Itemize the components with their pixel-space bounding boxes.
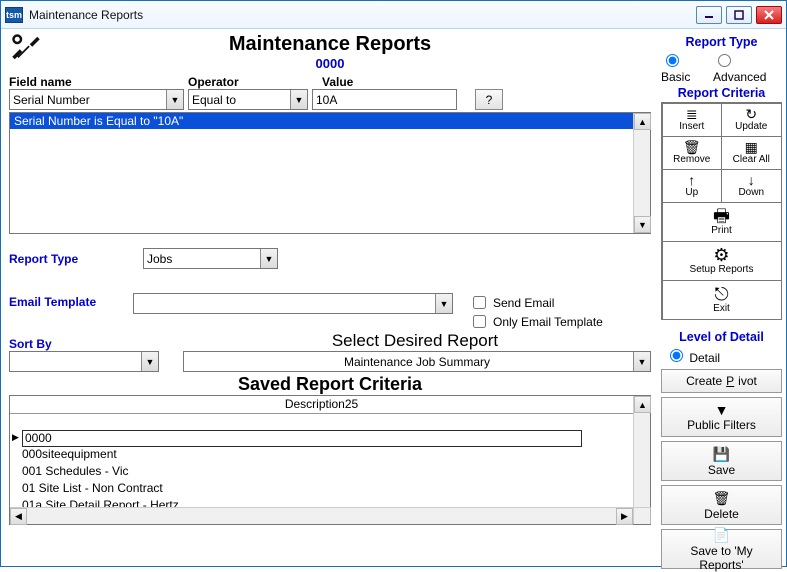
grid-scrollbar-v[interactable]: ▲ ▼ <box>633 396 650 524</box>
criteria-list[interactable]: Serial Number is Equal to "10A" ▲ ▼ <box>9 112 651 234</box>
update-button[interactable]: ↻Update <box>721 103 782 137</box>
delete-icon: 🗑 <box>713 490 731 507</box>
only-email-template-label: Only Email Template <box>493 315 603 329</box>
arrow-down-icon: ↓ <box>748 173 755 187</box>
report-type-select[interactable] <box>143 248 278 269</box>
maximize-button[interactable] <box>726 6 752 24</box>
only-email-template-checkbox[interactable] <box>473 315 486 328</box>
app-window: tsm Maintenance Reports Maintenance Repo… <box>0 0 787 567</box>
operator-label: Operator <box>188 75 318 89</box>
email-template-label: Email Template <box>9 293 129 309</box>
delete-button[interactable]: 🗑Delete <box>661 485 782 525</box>
scroll-up-icon[interactable]: ▲ <box>634 396 651 413</box>
exit-icon: ⎋ <box>714 285 728 303</box>
side-report-criteria-title: Report Criteria <box>661 86 782 100</box>
scroll-left-icon[interactable]: ◀ <box>10 508 27 525</box>
advanced-radio[interactable]: Advanced <box>713 51 782 84</box>
app-icon: tsm <box>5 7 23 23</box>
create-pivot-button[interactable]: Create Pivot <box>661 369 782 393</box>
operator-select[interactable] <box>188 89 308 110</box>
report-type-label: Report Type <box>9 252 139 266</box>
fieldname-label: Field name <box>9 75 184 89</box>
sortby-label: Sort By <box>9 337 159 351</box>
up-button[interactable]: ↑Up <box>662 169 723 203</box>
fieldname-select[interactable] <box>9 89 184 110</box>
close-button[interactable] <box>756 6 782 24</box>
scroll-corner <box>633 507 650 524</box>
arrow-up-icon: ↑ <box>688 173 695 187</box>
clearall-button[interactable]: ▦Clear All <box>721 136 782 170</box>
save-to-my-reports-button[interactable]: 📄Save to 'My Reports' <box>661 529 782 569</box>
table-row[interactable]: ▶0000 <box>10 430 633 447</box>
table-row[interactable]: 000siteequipment <box>10 447 633 464</box>
criteria-button-grid: ≣Insert ↻Update 🗑Remove ▦Clear All ↑Up ↓… <box>661 102 782 320</box>
setup-reports-button[interactable]: ⚙Setup Reports <box>662 241 782 281</box>
insert-icon: ≣ <box>686 107 698 121</box>
email-template-select[interactable] <box>133 293 453 314</box>
value-input[interactable] <box>312 89 457 110</box>
remove-icon: 🗑 <box>683 140 701 154</box>
grid-scrollbar-h[interactable]: ◀ ▶ <box>10 507 633 524</box>
tools-icon <box>11 33 41 66</box>
table-row[interactable]: 01 Site List - Non Contract <box>10 481 633 498</box>
exit-button[interactable]: ⎋Exit <box>662 280 782 320</box>
page-code: 0000 <box>9 56 651 71</box>
update-icon: ↻ <box>745 107 757 121</box>
remove-button[interactable]: 🗑Remove <box>662 136 723 170</box>
insert-button[interactable]: ≣Insert <box>662 103 723 137</box>
saved-criteria-title: Saved Report Criteria <box>9 374 651 395</box>
public-filters-button[interactable]: ▼Public Filters <box>661 397 782 437</box>
saved-criteria-grid[interactable]: Description25 ▶0000 000siteequipment 001… <box>9 395 651 525</box>
basic-radio[interactable]: Basic <box>661 51 709 84</box>
gear-icon: ⚙ <box>713 246 729 264</box>
save-button[interactable]: 💾Save <box>661 441 782 481</box>
scroll-right-icon[interactable]: ▶ <box>616 508 633 525</box>
page-title: Maintenance Reports <box>9 33 651 56</box>
send-email-checkbox[interactable] <box>473 296 486 309</box>
grid-header[interactable]: Description25 <box>10 396 633 414</box>
clearall-icon: ▦ <box>745 140 758 154</box>
criteria-row[interactable]: Serial Number is Equal to "10A" <box>10 113 650 129</box>
table-row[interactable]: 01a Site Detail Report - Hertz <box>10 498 633 507</box>
print-button[interactable]: 🖶Print <box>662 202 782 242</box>
scroll-down-icon[interactable]: ▼ <box>634 216 651 233</box>
table-row[interactable]: 001 Schedules - Vic <box>10 464 633 481</box>
select-report-title: Select Desired Report <box>179 331 651 351</box>
send-email-label: Send Email <box>493 296 554 310</box>
report-icon: 📄 <box>713 527 730 544</box>
level-of-detail-title: Level of Detail <box>661 330 782 344</box>
criteria-scrollbar-v[interactable]: ▲ ▼ <box>633 113 650 233</box>
select-report-select[interactable] <box>183 351 651 372</box>
titlebar[interactable]: tsm Maintenance Reports <box>1 1 786 29</box>
minimize-button[interactable] <box>696 6 722 24</box>
value-help-button[interactable]: ? <box>475 89 503 110</box>
detail-radio[interactable]: Detail <box>665 346 720 365</box>
save-icon: 💾 <box>713 446 730 463</box>
down-button[interactable]: ↓Down <box>721 169 782 203</box>
scroll-up-icon[interactable]: ▲ <box>634 113 651 130</box>
row-marker-icon: ▶ <box>12 432 19 443</box>
side-report-type-title: Report Type <box>661 35 782 49</box>
window-title: Maintenance Reports <box>29 8 696 22</box>
filter-icon: ▼ <box>715 402 729 418</box>
value-label: Value <box>322 75 472 89</box>
print-icon: 🖶 <box>713 207 730 225</box>
sortby-select[interactable] <box>9 351 159 372</box>
